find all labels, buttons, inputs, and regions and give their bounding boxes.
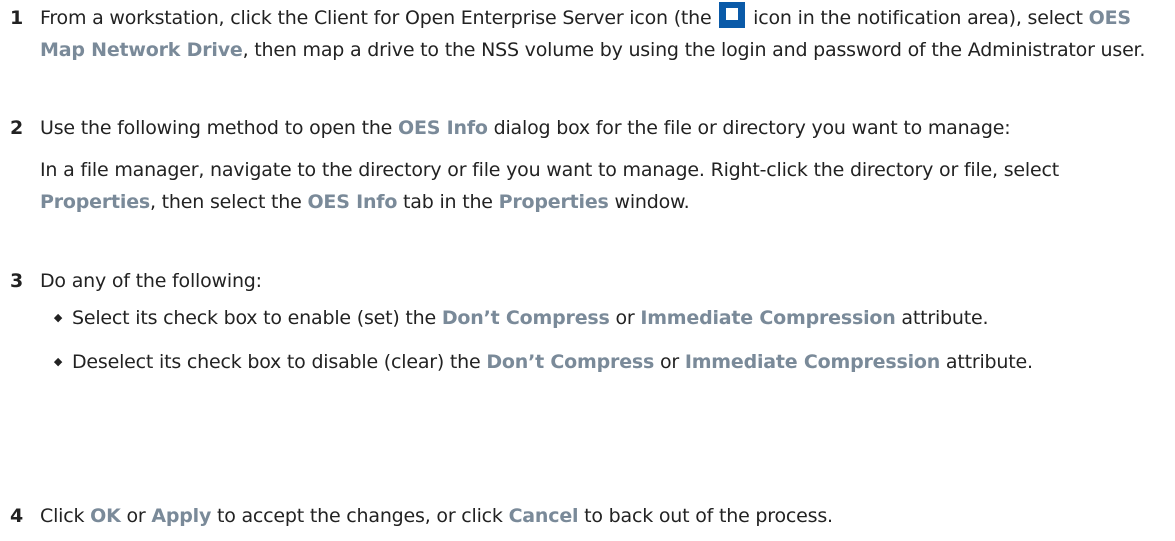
bullet-diamond-icon: ◆: [53, 355, 63, 368]
step-text: Click OK or Apply to accept the changes,…: [40, 500, 1169, 532]
bullet-list: ◆ Select its check box to enable (set) t…: [54, 302, 1169, 378]
step-text: Do any of the following:: [40, 265, 1169, 297]
step-text-segment: or: [120, 505, 152, 527]
step-text-segment: Deselect its check box to disable (clear…: [72, 351, 487, 373]
step-text-segment: , then map a drive to the NSS volume by …: [242, 39, 1146, 61]
ui-label-dont-compress: Don’t Compress: [486, 351, 655, 373]
oes-client-icon: [719, 2, 746, 28]
ui-label-immediate-compression: Immediate Compression: [640, 307, 896, 329]
step-substep-paragraph: In a file manager, navigate to the direc…: [40, 154, 1169, 218]
ui-label-properties: Properties: [40, 191, 150, 213]
step-number: 4: [10, 505, 24, 527]
step-text-segment: to back out of the process.: [578, 505, 833, 527]
ui-label-apply: Apply: [151, 505, 212, 527]
bullet-diamond-icon: ◆: [53, 311, 63, 324]
ui-label-oes-info: OES Info: [398, 117, 488, 139]
step-text-segment: attribute.: [895, 307, 989, 329]
step-text-segment: to accept the changes, or click: [211, 505, 509, 527]
ui-label-oes-info: OES Info: [307, 191, 398, 213]
step-text-segment: Do any of the following:: [40, 270, 262, 292]
step-text: Use the following method to open the OES…: [40, 112, 1169, 218]
ui-label-ok: OK: [90, 505, 121, 527]
ui-label-properties: Properties: [498, 191, 609, 213]
step-text-segment: From a workstation, click the Client for…: [40, 7, 712, 29]
step-number: 1: [10, 7, 24, 29]
step-number: 3: [10, 270, 24, 292]
step-text-segment: Select its check box to enable (set) the: [72, 307, 442, 329]
step-text-segment: Click: [40, 505, 91, 527]
step-text-segment: In a file manager, navigate to the direc…: [40, 159, 1059, 181]
step-text-segment: or: [654, 351, 685, 373]
ui-label-immediate-compression: Immediate Compression: [684, 351, 941, 373]
step-number: 2: [10, 117, 24, 139]
ui-label-cancel: Cancel: [508, 505, 579, 527]
step-text-segment: window.: [608, 191, 690, 213]
list-item: ◆ Deselect its check box to disable (cle…: [54, 346, 1169, 378]
step-text-segment: attribute.: [940, 351, 1033, 373]
step-text-segment: Use the following method to open the: [40, 117, 399, 139]
step-text-segment: , then select the: [150, 191, 308, 213]
list-item: ◆ Select its check box to enable (set) t…: [54, 302, 1169, 334]
step-text: From a workstation, click the Client for…: [40, 2, 1169, 66]
step-text-segment: or: [609, 307, 641, 329]
step-text-segment: tab in the: [397, 191, 499, 213]
step-text-segment: dialog box for the file or directory you…: [487, 117, 1011, 139]
step-text-segment: icon in the notification area), select: [747, 7, 1089, 29]
ui-label-dont-compress: Don’t Compress: [441, 307, 610, 329]
